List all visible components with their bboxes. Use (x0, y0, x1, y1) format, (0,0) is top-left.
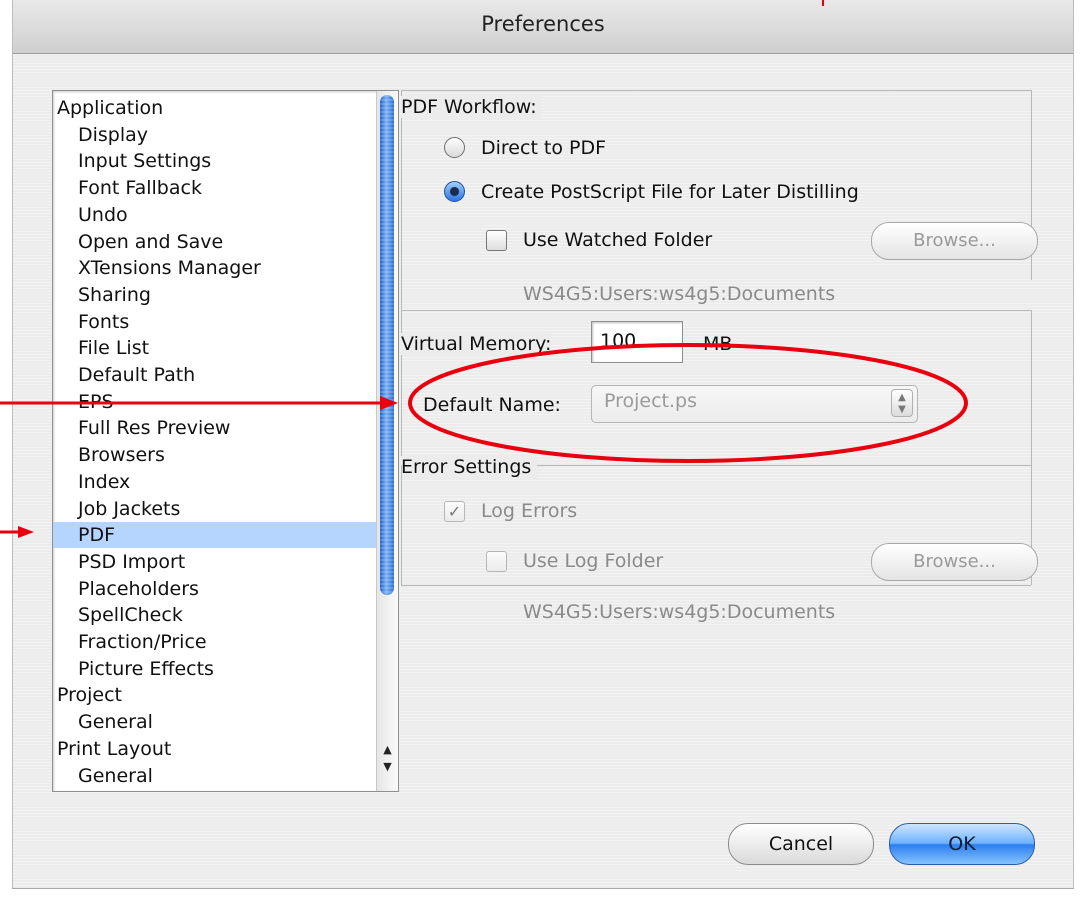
cancel-button[interactable]: Cancel (728, 823, 874, 865)
virtual-memory-unit: MB (703, 333, 733, 355)
sidebar-item-print-layout[interactable]: Print Layout (53, 736, 373, 762)
log-folder-checkbox[interactable] (486, 551, 507, 572)
preferences-window: Preferences Application Display Input Sett… (12, 0, 1074, 889)
log-errors-checkbox[interactable]: ✓ (444, 501, 465, 522)
sidebar-item-placeholders[interactable]: Placeholders (53, 576, 394, 602)
sidebar-item-fraction-price[interactable]: Fraction/Price (53, 629, 394, 655)
watched-folder-checkbox[interactable] (486, 230, 507, 251)
direct-to-pdf-label[interactable]: Direct to PDF (481, 137, 606, 159)
sidebar-item-eps[interactable]: EPS (53, 389, 394, 415)
sidebar-item-browsers[interactable]: Browsers (53, 442, 394, 468)
sidebar-item-psd-import[interactable]: PSD Import (53, 549, 394, 575)
sidebar-item-general[interactable]: General (53, 709, 394, 735)
sidebar-item-font-fallback[interactable]: Font Fallback (53, 175, 394, 201)
sidebar-item-job-jackets[interactable]: Job Jackets (53, 496, 394, 522)
pdf-workflow-top-line (401, 90, 1031, 91)
sidebar-item-index[interactable]: Index (53, 469, 394, 495)
default-name-value: Project.ps (604, 390, 698, 412)
pdf-workflow-title: PDF Workflow: (401, 96, 541, 118)
log-folder-label[interactable]: Use Log Folder (523, 550, 663, 572)
sidebar-item-picture-effects[interactable]: Picture Effects (53, 656, 394, 682)
category-list[interactable]: Application Display Input Settings Font Fal… (52, 90, 399, 792)
popup-updown-icon: ▲ ▼ (891, 389, 913, 417)
sidebar-item-pdf[interactable]: PDF (53, 522, 394, 549)
postscript-label[interactable]: Create PostScript File for Later Distill… (481, 181, 859, 203)
ok-button[interactable]: OK (889, 823, 1035, 865)
list-scrollbar[interactable]: ▲ ▼ (376, 91, 398, 791)
sidebar-item-default-path[interactable]: Default Path (53, 362, 394, 388)
scrollbar-thumb[interactable] (380, 95, 394, 595)
virtual-memory-label: Virtual Memory: (401, 333, 552, 355)
vm-group-top-line (401, 310, 1031, 311)
sidebar-item-open-and-save[interactable]: Open and Save (53, 229, 394, 255)
postscript-radio[interactable] (444, 181, 465, 202)
error-settings-title: Error Settings (401, 456, 538, 478)
title-bar[interactable]: Preferences (13, 0, 1073, 54)
sidebar-item-spellcheck[interactable]: SpellCheck (53, 602, 394, 628)
sidebar-item-display[interactable]: Display (53, 122, 394, 148)
scroll-up-arrow-icon[interactable]: ▲ (377, 742, 398, 757)
sidebar-item-sharing[interactable]: Sharing (53, 282, 394, 308)
default-name-popup[interactable]: Project.ps ▲ ▼ (591, 385, 918, 423)
sidebar-item-file-list[interactable]: File List (53, 335, 394, 361)
virtual-memory-input[interactable]: 100 (591, 321, 683, 363)
virtual-memory-value: 100 (600, 330, 637, 352)
sidebar-item-project[interactable]: Project (53, 682, 373, 708)
sidebar-item-full-res-preview[interactable]: Full Res Preview (53, 415, 394, 441)
left-group-line (401, 90, 402, 465)
window-title: Preferences (481, 12, 605, 36)
watched-folder-path: WS4G5:Users:ws4g5:Documents (523, 283, 836, 305)
watched-folder-label[interactable]: Use Watched Folder (523, 229, 712, 251)
watched-folder-browse-button[interactable]: Browse... (871, 222, 1038, 260)
default-name-label: Default Name: (423, 394, 561, 416)
log-errors-label[interactable]: Log Errors (481, 500, 577, 522)
sidebar-item-fonts[interactable]: Fonts (53, 309, 394, 335)
sidebar-item-input-settings[interactable]: Input Settings (53, 148, 394, 174)
sidebar-item-application[interactable]: Application (53, 95, 373, 121)
log-folder-browse-button[interactable]: Browse... (871, 543, 1038, 581)
error-group-bottom-line (401, 585, 1031, 586)
sidebar-item-xtensions-manager[interactable]: XTensions Manager (53, 255, 394, 281)
error-group-left-line (401, 465, 402, 585)
scroll-down-arrow-icon[interactable]: ▼ (377, 759, 398, 774)
direct-to-pdf-radio[interactable] (444, 137, 465, 158)
sidebar-item-general[interactable]: General (53, 763, 394, 789)
log-folder-path: WS4G5:Users:ws4g5:Documents (523, 601, 836, 623)
vm-group-right-line (1031, 310, 1032, 465)
sidebar-item-undo[interactable]: Undo (53, 202, 394, 228)
